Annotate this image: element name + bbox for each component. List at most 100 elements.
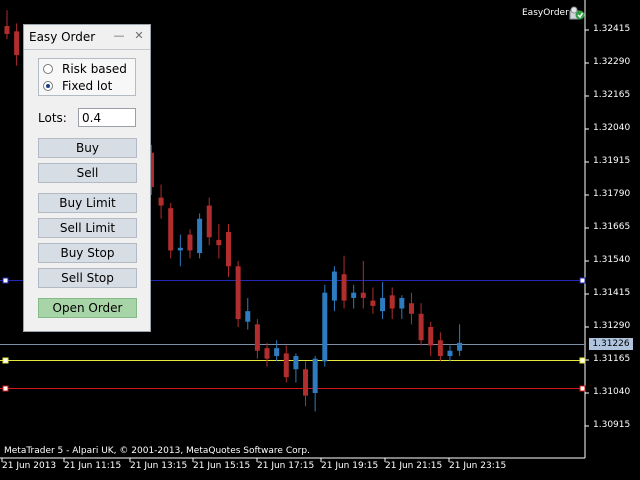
candle <box>322 284 328 367</box>
minimize-button[interactable]: — <box>112 29 126 43</box>
buy-button[interactable]: Buy <box>38 138 137 158</box>
price-tick-label: 1.31665 <box>593 222 631 232</box>
candle <box>264 342 270 367</box>
candle <box>399 295 405 320</box>
candle <box>331 266 337 312</box>
lots-input[interactable] <box>78 108 136 127</box>
chart-window[interactable]: 1.32415 1.32290 1.32165 1.32040 1.31915 1.317… <box>0 0 640 480</box>
price-tick-label: 1.32290 <box>593 57 631 67</box>
order-level-line-yellow-handle-right[interactable] <box>579 357 586 364</box>
candle <box>216 224 222 259</box>
candle-body <box>197 218 203 254</box>
order-level-line-red-handle-right[interactable] <box>579 385 586 392</box>
current-price-label: 1.31226 <box>589 338 633 350</box>
candle <box>245 297 251 330</box>
buy-stop-button[interactable]: Buy Stop <box>38 243 137 263</box>
candle-body <box>245 311 251 322</box>
candle <box>418 303 424 346</box>
candle <box>428 321 434 357</box>
title-separator <box>24 49 150 50</box>
candle-body <box>168 208 174 251</box>
sell-stop-button[interactable]: Sell Stop <box>38 268 137 288</box>
candle <box>14 23 20 66</box>
time-tick-label: 21 Jun 2013 <box>2 461 57 471</box>
radio-risk-based[interactable]: Risk based <box>43 61 127 77</box>
price-tick-label: 1.31165 <box>593 354 631 364</box>
candle-body <box>360 292 366 298</box>
candle <box>312 356 318 412</box>
candle <box>225 224 231 277</box>
price-tick-label: 1.31415 <box>593 288 631 298</box>
time-tick-label: 21 Jun 19:15 <box>321 461 379 471</box>
candle-body <box>254 324 260 351</box>
radio-fixed-label: Fixed lot <box>62 79 113 93</box>
candle <box>177 234 183 267</box>
order-level-line-blue-handle-right[interactable] <box>579 277 586 284</box>
candle <box>168 202 174 259</box>
order-level-line-red-handle-left[interactable] <box>2 385 9 392</box>
price-tick-label: 1.31290 <box>593 321 631 331</box>
order-level-line-yellow-handle-left[interactable] <box>2 357 9 364</box>
candle <box>293 353 299 383</box>
candle-body <box>187 234 193 251</box>
candle-body <box>177 247 183 251</box>
lot-mode-group: Risk based Fixed lot <box>38 58 136 96</box>
radio-risk-label: Risk based <box>62 62 127 76</box>
candle <box>254 319 260 359</box>
radio-risk-indicator[interactable] <box>43 64 53 74</box>
easy-order-panel[interactable]: Easy Order — ✕ Risk based Fixed lot Lots… <box>23 24 151 332</box>
panel-title: Easy Order <box>29 30 96 44</box>
candle <box>4 10 10 40</box>
candle-body <box>370 300 376 306</box>
candle-body <box>264 348 270 359</box>
price-tick-label: 1.31040 <box>593 387 631 397</box>
sell-button[interactable]: Sell <box>38 163 137 183</box>
candle <box>341 255 347 309</box>
sell-limit-button[interactable]: Sell Limit <box>38 218 137 238</box>
open-order-button[interactable]: Open Order <box>38 298 137 318</box>
expert-advisor-icon[interactable] <box>569 4 585 20</box>
candle-body <box>293 356 299 370</box>
buy-limit-button[interactable]: Buy Limit <box>38 193 137 213</box>
candle-body <box>312 358 318 393</box>
candle <box>437 332 443 362</box>
candle <box>158 184 164 219</box>
candle-body <box>4 26 10 34</box>
radio-fixed-indicator[interactable] <box>43 81 53 91</box>
candle-body <box>283 353 289 378</box>
price-tick-label: 1.31540 <box>593 255 631 265</box>
candle-body <box>380 297 386 312</box>
candle-body <box>408 303 414 314</box>
price-tick-label: 1.32165 <box>593 90 631 100</box>
time-tick-label: 21 Jun 21:15 <box>385 461 443 471</box>
order-level-line-blue-handle-left[interactable] <box>2 277 9 284</box>
candle-body <box>447 350 453 357</box>
price-tick-label: 1.31790 <box>593 189 631 199</box>
radio-fixed-lot[interactable]: Fixed lot <box>43 78 112 94</box>
copyright-text: MetaTrader 5 - Alpari UK, © 2001-2013, M… <box>4 446 310 456</box>
close-button[interactable]: ✕ <box>132 29 146 43</box>
price-tick-label: 1.30915 <box>593 420 631 430</box>
candle-body <box>303 369 309 396</box>
time-tick-label: 21 Jun 23:15 <box>449 461 507 471</box>
candle-body <box>225 231 231 267</box>
candle-body <box>341 274 347 301</box>
candle <box>389 287 395 320</box>
candle-body <box>274 348 280 357</box>
candle-body <box>322 292 328 362</box>
candle-body <box>399 297 405 309</box>
candle-body <box>14 31 20 56</box>
candle <box>303 361 309 407</box>
candle-body <box>206 205 212 238</box>
time-tick-label: 21 Jun 15:15 <box>193 461 251 471</box>
candle-body <box>389 295 395 309</box>
candle-body <box>457 342 463 351</box>
candle <box>283 345 289 383</box>
candle <box>206 197 212 246</box>
time-tick-label: 21 Jun 17:15 <box>257 461 315 471</box>
candle <box>370 287 376 314</box>
candle-body <box>428 327 434 346</box>
candle <box>360 261 366 309</box>
candle-body <box>418 313 424 341</box>
price-tick-label: 1.32415 <box>593 24 631 34</box>
